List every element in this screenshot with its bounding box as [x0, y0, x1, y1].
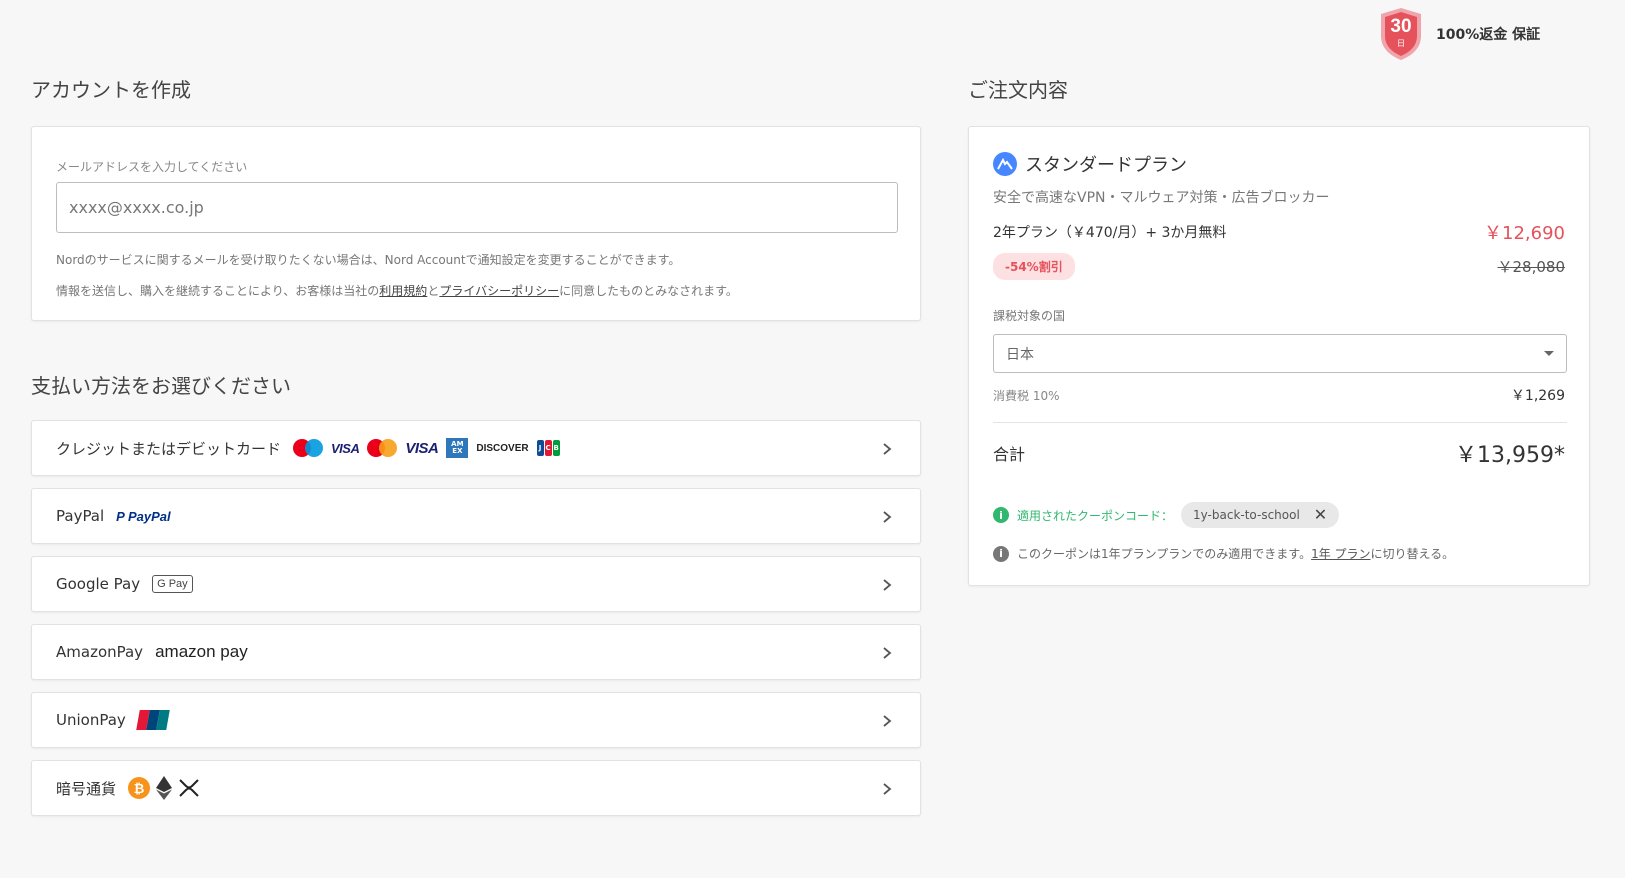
chevron-right-icon	[883, 647, 892, 659]
payment-option-label: UnionPay	[56, 711, 126, 729]
email-input[interactable]	[56, 182, 898, 233]
amazon-pay-logo-icon: amazon pay	[155, 642, 248, 661]
chevron-right-icon	[883, 579, 892, 591]
payment-option-label: クレジットまたはデビットカード	[56, 439, 282, 458]
maestro-logo-icon	[293, 439, 324, 457]
terms-note-and: と	[427, 284, 440, 298]
plan-price: ￥12,690	[1484, 223, 1565, 244]
guarantee-day-unit: 日	[1397, 39, 1405, 48]
tax-label: 消費税 10%	[993, 388, 1060, 403]
country-select[interactable]: 日本	[993, 334, 1567, 373]
ethereum-icon	[156, 776, 173, 800]
coupon-note-after: に切り替える。	[1370, 547, 1455, 561]
payment-option-label: 暗号通貨	[56, 779, 117, 798]
plan-header: スタンダードプラン	[993, 151, 1187, 177]
chevron-right-icon	[883, 443, 892, 455]
payment-option-google-pay[interactable]: Google Pay G Pay	[31, 556, 921, 612]
tax-line: 消費税 10% ￥1,269	[993, 385, 1565, 405]
payment-method-title: 支払い方法をお選びください	[31, 374, 291, 398]
bitcoin-icon: ₿	[128, 777, 151, 799]
info-icon: i	[993, 507, 1009, 523]
money-back-guarantee: 30 日 100%返金 保証	[1378, 6, 1540, 62]
payment-option-label: PayPal	[56, 507, 105, 525]
coupon-chip: 1y-back-to-school ✕	[1181, 502, 1340, 528]
coupon-code: 1y-back-to-school	[1193, 508, 1300, 522]
checkout-page: 30 日 100%返金 保証 アカウントを作成 メールアドレスを入力してください…	[0, 0, 1625, 878]
coupon-note: i このクーポンは1年プランプランでのみ適用できます。1年 プランに切り替える。	[993, 545, 1454, 562]
email-preferences-note: Nordのサービスに関するメールを受け取りたくない場合は、Nord Accoun…	[56, 253, 681, 267]
total-label: 合計	[993, 445, 1026, 464]
coupon-note-text: このクーポンは1年プランプランでのみ適用できます。	[1017, 547, 1312, 561]
payment-option-label: AmazonPay	[56, 643, 144, 661]
switch-plan-link[interactable]: 1年 プラン	[1311, 547, 1370, 561]
chevron-right-icon	[883, 511, 892, 523]
xrp-icon	[179, 779, 199, 797]
visa-logo-icon: VISA	[405, 439, 439, 457]
discount-badge: -54%割引	[993, 253, 1075, 280]
amex-logo-icon: AM EX	[446, 438, 469, 458]
original-price: ￥28,080	[1497, 258, 1566, 276]
chevron-right-icon	[883, 715, 892, 727]
mastercard-logo-icon	[367, 439, 398, 457]
remove-coupon-close-icon[interactable]: ✕	[1314, 507, 1327, 523]
country-selected-value: 日本	[1006, 346, 1034, 363]
shield-badge-icon: 30 日	[1378, 6, 1424, 62]
caret-down-icon	[1544, 351, 1554, 356]
unionpay-logo-icon	[136, 710, 170, 730]
order-summary-title: ご注文内容	[968, 78, 1068, 102]
google-pay-logo-icon: G Pay	[152, 575, 193, 593]
applied-coupon: i 適用されたクーポンコード： 1y-back-to-school ✕	[993, 502, 1340, 528]
payment-option-amazon-pay[interactable]: AmazonPay amazon pay	[31, 624, 921, 680]
tax-value: ￥1,269	[1510, 388, 1565, 404]
payment-option-paypal[interactable]: PayPal P PayPal	[31, 488, 921, 544]
coupon-label: 適用されたクーポンコード：	[1017, 508, 1174, 523]
chevron-right-icon	[883, 783, 892, 795]
plan-name: スタンダードプラン	[1025, 155, 1187, 176]
plan-line: 2年プラン（￥470/月）+ 3か月無料 ￥12,690	[993, 219, 1565, 245]
nordvpn-logo-icon	[993, 152, 1017, 176]
tax-country-label: 課税対象の国	[993, 309, 1066, 323]
total-line: 合計 ￥13,959*	[993, 437, 1565, 469]
terms-link[interactable]: 利用規約	[379, 284, 427, 298]
paypal-logo-text: PayPal	[128, 508, 171, 524]
plan-description: 安全で高速なVPN・マルウェア対策・広告ブロッカー	[993, 190, 1330, 206]
total-value: ￥13,959*	[1455, 443, 1565, 468]
paypal-logo-icon: P PayPal	[116, 508, 171, 524]
jcb-logo-icon: JCB	[536, 440, 560, 456]
visa-electron-logo-icon: VISA	[331, 440, 360, 456]
privacy-link[interactable]: プライバシーポリシー	[439, 284, 559, 298]
discover-logo-icon: DISCOVER	[476, 442, 529, 454]
crypto-logos: ₿	[128, 776, 200, 800]
card-logos: VISA VISA AM EX DISCOVER JCB	[293, 438, 560, 458]
email-label: メールアドレスを入力してください	[56, 160, 248, 174]
create-account-title: アカウントを作成	[31, 78, 191, 102]
divider	[993, 422, 1567, 423]
payment-option-crypto[interactable]: 暗号通貨 ₿	[31, 760, 921, 816]
terms-note-before: 情報を送信し、購入を継続することにより、お客様は当社の	[56, 284, 380, 298]
payment-option-unionpay[interactable]: UnionPay	[31, 692, 921, 748]
plan-term: 2年プラン（￥470/月）+ 3か月無料	[993, 225, 1227, 241]
guarantee-days: 30	[1390, 16, 1412, 37]
order-summary-card: スタンダードプラン 安全で高速なVPN・マルウェア対策・広告ブロッカー 2年プラ…	[968, 126, 1590, 586]
discount-line: -54%割引 ￥28,080	[993, 253, 1565, 280]
terms-note: 情報を送信し、購入を継続することにより、お客様は当社の利用規約とプライバシーポリ…	[56, 282, 738, 299]
info-icon: i	[993, 545, 1009, 562]
guarantee-text: 100%返金 保証	[1436, 27, 1541, 43]
payment-option-card[interactable]: クレジットまたはデビットカード VISA VISA AM EX DISCOVER…	[31, 420, 921, 476]
account-card: メールアドレスを入力してください Nordのサービスに関するメールを受け取りたく…	[31, 126, 921, 321]
payment-option-label: Google Pay	[56, 575, 141, 593]
terms-note-after: に同意したものとみなされます。	[559, 284, 738, 298]
